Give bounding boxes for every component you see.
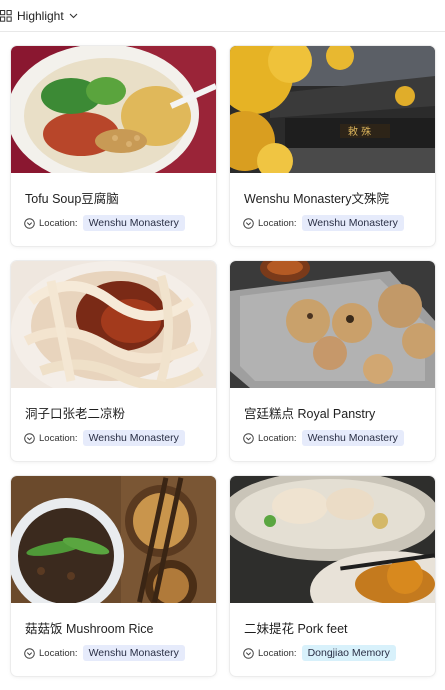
card-image [11,46,216,173]
card-royal-pastry[interactable]: 宫廷糕点 Royal Panstry Location: Wenshu Mona… [230,261,435,461]
card-title: Wenshu Monastery文殊院 [244,192,389,206]
location-tag[interactable]: Wenshu Monastery [82,215,185,231]
clock-circle-icon [24,217,35,229]
card-pork-feet[interactable]: 二妹提花 Pork feet Location: Dongjiao Memory [230,476,435,676]
location-label: Location: [39,647,78,659]
view-label: Highlight [17,8,64,23]
view-switcher[interactable]: Highlight [0,9,78,23]
card-tofu-soup[interactable]: Tofu Soup豆腐脑 Location: Wenshu Monastery [11,46,216,246]
card-image: 敕 殊 [230,46,435,173]
clock-circle-icon [24,432,35,444]
svg-text:敕 殊: 敕 殊 [348,125,371,138]
card-title: 洞子口张老二凉粉 [25,407,126,421]
location-tag[interactable]: Wenshu Monastery [82,430,185,446]
chevron-down-icon [69,11,78,20]
location-tag[interactable]: Wenshu Monastery [82,645,185,661]
card-image [11,261,216,388]
location-row: Location: Wenshu Monastery [24,215,216,231]
grid-icon [0,9,12,22]
card-title: Tofu Soup豆腐脑 [25,192,119,206]
card-mushroom-rice[interactable]: 菇菇饭 Mushroom Rice Location: Wenshu Monas… [11,476,216,676]
card-grid: Tofu Soup豆腐脑 Location: Wenshu Monastery … [11,46,435,676]
location-tag[interactable]: Dongjiao Memory [301,645,396,661]
card-cold-noodles[interactable]: 洞子口张老二凉粉 Location: Wenshu Monastery [11,261,216,461]
location-label: Location: [258,432,297,444]
location-label: Location: [258,647,297,659]
clock-circle-icon [243,432,254,444]
card-title: 菇菇饭 Mushroom Rice [25,622,154,636]
card-title: 宫廷糕点 Royal Panstry [244,407,376,421]
card-image [230,261,435,388]
location-label: Location: [39,432,78,444]
toolbar: Highlight [0,0,445,32]
location-tag[interactable]: Wenshu Monastery [301,430,404,446]
card-wenshu-monastery[interactable]: 敕 殊 Wenshu Monastery文殊院 Location: Wenshu… [230,46,435,246]
page: Highlight Tofu Soup豆腐脑 Location: Wenshu … [0,0,445,690]
card-title: 二妹提花 Pork feet [244,622,348,636]
location-row: Location: Dongjiao Memory [243,645,435,661]
location-row: Location: Wenshu Monastery [24,430,216,446]
clock-circle-icon [243,217,254,229]
card-image [11,476,216,603]
location-row: Location: Wenshu Monastery [24,645,216,661]
location-label: Location: [258,217,297,229]
clock-circle-icon [243,647,254,659]
location-row: Location: Wenshu Monastery [243,430,435,446]
clock-circle-icon [24,647,35,659]
location-tag[interactable]: Wenshu Monastery [301,215,404,231]
location-label: Location: [39,217,78,229]
location-row: Location: Wenshu Monastery [243,215,435,231]
card-image [230,476,435,603]
